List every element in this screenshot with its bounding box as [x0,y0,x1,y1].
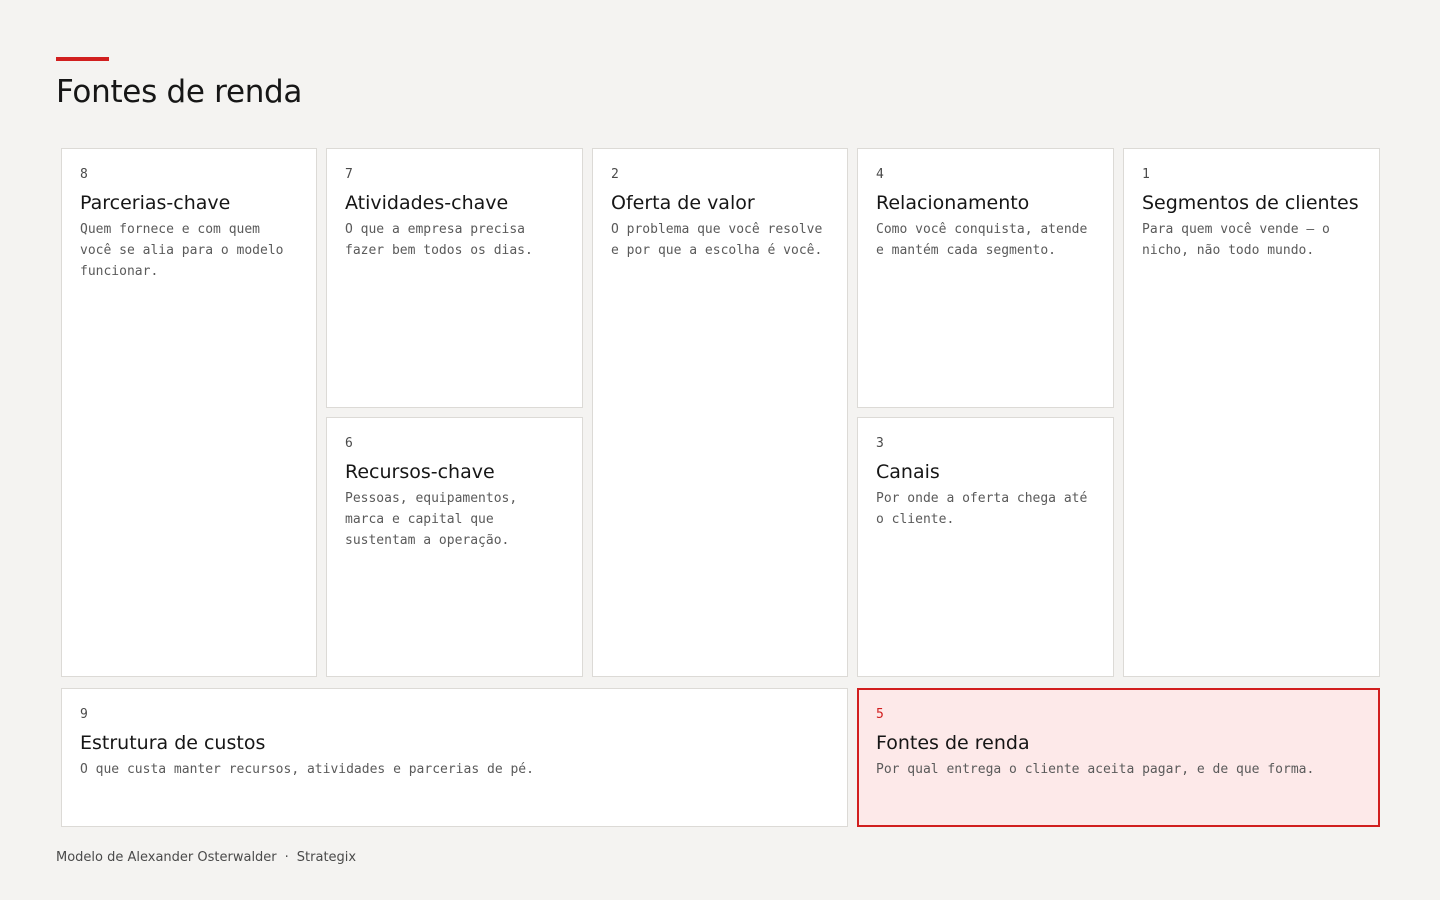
canvas-block-segmentos-de-clientes[interactable]: 1 Segmentos de clientes Para quem você v… [1123,148,1380,677]
canvas-block-estrutura-de-custos[interactable]: 9 Estrutura de custos O que custa manter… [61,688,848,827]
block-description: Por onde a oferta chega até o cliente. [876,491,1088,527]
canvas-block-atividades-chave[interactable]: 7 Atividades-chave O que a empresa preci… [326,148,583,408]
footer-credit: Modelo de Alexander Osterwalder [56,850,277,865]
block-number: 8 [80,167,88,182]
block-description: O que a empresa precisa fazer bem todos … [345,222,533,258]
block-description: Como você conquista, atende e mantém cad… [876,222,1088,258]
block-description: Pessoas, equipamentos, marca e capital q… [345,491,518,548]
footer-brand: Strategix [296,850,357,865]
block-title: Recursos-chave [345,461,495,483]
block-title: Canais [876,461,940,483]
block-title: Estrutura de custos [80,732,266,754]
block-number: 4 [876,167,884,182]
block-description: Quem fornece e com quem você se alia par… [80,222,284,279]
block-description: Por qual entrega o cliente aceita pagar,… [876,762,1315,777]
page-title: Fontes de renda [56,74,303,110]
block-description: O problema que você resolve e por que a … [611,222,823,258]
block-number: 6 [345,436,353,451]
block-description: O que custa manter recursos, atividades … [80,762,534,777]
block-title: Oferta de valor [611,192,755,214]
block-number: 3 [876,436,884,451]
block-title: Relacionamento [876,192,1030,214]
canvas-block-canais[interactable]: 3 Canais Por onde a oferta chega até o c… [857,417,1114,677]
footer: Modelo de Alexander Osterwalder · Strategi… [56,850,356,865]
block-title: Atividades-chave [345,192,509,214]
block-description: Para quem você vende — o nicho, não todo… [1142,222,1330,258]
block-title: Fontes de renda [876,732,1030,754]
block-number: 9 [80,707,88,722]
block-title: Segmentos de clientes [1142,192,1359,214]
block-number: 2 [611,167,619,182]
title-accent-bar [56,57,109,61]
canvas-block-parcerias-chave[interactable]: 8 Parcerias-chave Quem fornece e com que… [61,148,317,677]
footer-separator: · [284,850,289,865]
canvas-block-recursos-chave[interactable]: 6 Recursos-chave Pessoas, equipamentos, … [326,417,583,677]
block-number: 7 [345,167,353,182]
block-number: 1 [1142,167,1150,182]
canvas-block-fontes-de-renda[interactable]: 5 Fontes de renda Por qual entrega o cli… [857,688,1380,827]
block-number: 5 [876,707,884,722]
canvas-block-relacionamento[interactable]: 4 Relacionamento Como você conquista, at… [857,148,1114,408]
block-title: Parcerias-chave [80,192,231,214]
canvas-block-oferta-de-valor[interactable]: 2 Oferta de valor O problema que você re… [592,148,848,677]
